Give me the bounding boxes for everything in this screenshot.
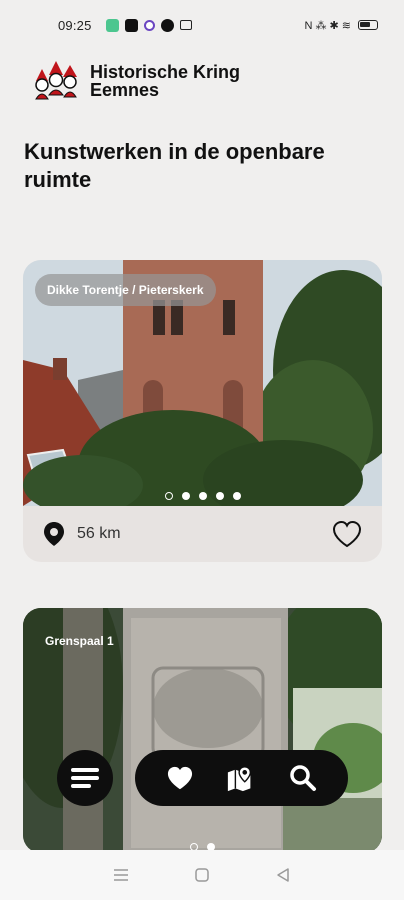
gmail-icon xyxy=(179,20,192,30)
search-button[interactable] xyxy=(288,763,318,793)
map-pin-icon xyxy=(228,766,252,792)
artwork-label: Dikke Torentje / Pieterskerk xyxy=(35,274,216,306)
carousel-dots xyxy=(23,492,382,500)
search-icon xyxy=(290,765,317,791)
artwork-card[interactable]: Dikke Torentje / Pieterskerk 56 km xyxy=(23,260,382,562)
notification-icons xyxy=(105,18,192,32)
carousel-dot[interactable] xyxy=(232,492,241,500)
bottom-nav-bar xyxy=(135,750,348,806)
org-name-line1: Historische Kring xyxy=(90,62,241,82)
status-time: 09:25 xyxy=(58,17,92,33)
app-a-icon xyxy=(160,18,174,32)
youtube-icon xyxy=(124,18,138,32)
artwork-card[interactable]: Grenspaal 1 xyxy=(23,608,382,853)
favorites-button[interactable] xyxy=(165,763,195,793)
map-button[interactable] xyxy=(226,763,256,793)
system-navigation-bar xyxy=(0,850,404,900)
favorite-heart-icon[interactable] xyxy=(332,520,362,548)
location-pin-icon xyxy=(44,522,64,546)
historische-kring-logo xyxy=(35,61,77,100)
carousel-dot[interactable] xyxy=(215,492,224,500)
card-footer: 56 km xyxy=(23,506,382,562)
system-status-icons: N ⁂ ✱ ≋ xyxy=(304,19,378,32)
menu-button[interactable] xyxy=(57,750,113,806)
distance-text: 56 km xyxy=(77,525,121,542)
carousel-dot[interactable] xyxy=(164,492,173,500)
org-name: Historische Kring Eemnes xyxy=(90,63,240,99)
org-name-line2: Eemnes xyxy=(90,80,160,100)
app-circle-icon xyxy=(143,19,155,31)
carousel-dot[interactable] xyxy=(198,492,207,500)
carousel-dot[interactable] xyxy=(181,492,190,500)
menu-icon xyxy=(71,768,99,788)
recent-apps-icon[interactable] xyxy=(112,866,130,884)
status-bar: 09:25 N ⁂ ✱ ≋ xyxy=(0,0,404,50)
brand-header: Historische Kring Eemnes xyxy=(32,55,240,107)
page-title: Kunstwerken in de openbare ruimte xyxy=(24,139,325,192)
heart-icon xyxy=(167,766,192,790)
artwork-label: Grenspaal 1 xyxy=(45,634,114,648)
battery-icon xyxy=(358,20,378,30)
system-status-text: N ⁂ ✱ ≋ xyxy=(304,19,351,32)
app-notification-icon xyxy=(105,18,119,32)
home-icon[interactable] xyxy=(193,866,211,884)
back-icon[interactable] xyxy=(274,866,292,884)
